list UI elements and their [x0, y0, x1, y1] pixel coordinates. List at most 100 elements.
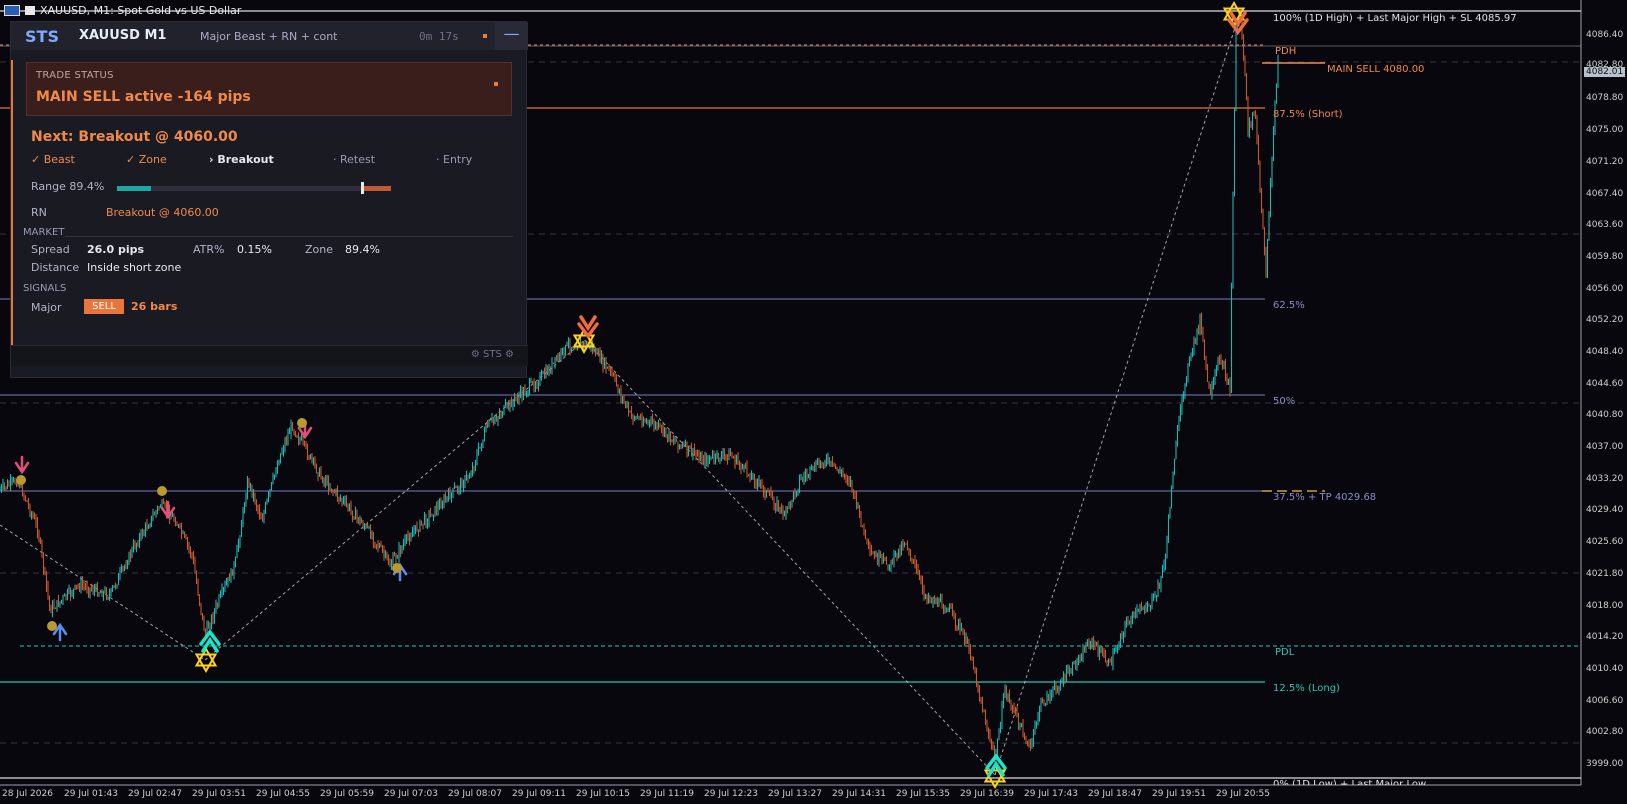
swing-point-dot [392, 563, 402, 573]
time-tick-label: 29 Jul 11:19 [640, 789, 694, 799]
time-tick-label: 29 Jul 20:55 [1216, 789, 1270, 799]
level-label-875: 87.5% (Short) [1273, 109, 1343, 120]
major-label: Major [31, 301, 62, 314]
time-tick-label: 29 Jul 13:27 [768, 789, 822, 799]
price-tick-label: 4059.80 [1586, 251, 1624, 262]
spread-label: Spread [31, 243, 70, 256]
panel-accent-bar [11, 60, 13, 362]
level-label-high: 100% (1D High) + Last Major High + SL 40… [1273, 13, 1517, 24]
price-tick-label: 4071.20 [1586, 156, 1624, 167]
panel-header[interactable]: STS XAUUSD M1 Major Beast + RN + cont 0m… [11, 22, 528, 50]
signals-section-label: SIGNALS [23, 283, 67, 294]
time-tick-label: 29 Jul 03:51 [192, 789, 246, 799]
zone-value: 89.4% [345, 243, 380, 256]
time-tick-label: 29 Jul 19:51 [1152, 789, 1206, 799]
level-label-625: 62.5% [1273, 300, 1305, 311]
symbol-icon [25, 6, 35, 15]
level-label-main-sell: MAIN SELL 4080.00 [1327, 64, 1425, 75]
footer-label: ⚙ STS ⚙ [470, 349, 514, 360]
step-entry: · Entry [436, 153, 473, 166]
price-tick-label: 4048.40 [1586, 346, 1624, 357]
time-tick-label: 29 Jul 01:43 [64, 789, 118, 799]
trade-status-dot [494, 82, 498, 86]
price-tick-label: 4086.40 [1586, 30, 1624, 41]
price-tick-label: 4044.60 [1586, 378, 1624, 389]
range-bar [117, 186, 391, 191]
trade-status-value: MAIN SELL active -164 pips [36, 89, 251, 105]
time-tick-label: 29 Jul 12:23 [704, 789, 758, 799]
price-tick-label: 4018.00 [1586, 600, 1624, 611]
step-beast: ✓ Beast [31, 153, 75, 166]
market-section-label: MARKET [23, 227, 65, 238]
price-tick-label: 4033.20 [1586, 473, 1624, 484]
time-tick-label: 29 Jul 15:35 [896, 789, 950, 799]
panel-strategy: Major Beast + RN + cont [200, 30, 338, 43]
distance-value: Inside short zone [87, 261, 182, 274]
header-status-dot [483, 34, 487, 38]
price-tick-label: 4067.40 [1586, 188, 1624, 199]
bar-timer: 0m 17s [419, 30, 459, 43]
panel-logo: STS [25, 27, 59, 46]
sts-panel[interactable]: STS XAUUSD M1 Major Beast + RN + cont 0m… [10, 21, 528, 378]
price-tick-label: 4037.00 [1586, 442, 1624, 453]
price-tick-label: 4014.20 [1586, 632, 1624, 643]
distance-label: Distance [31, 261, 80, 274]
time-tick-label: 29 Jul 08:07 [448, 789, 502, 799]
range-bar-short-zone [363, 186, 391, 191]
time-tick-label: 29 Jul 18:47 [1088, 789, 1142, 799]
atr-value: 0.15% [237, 243, 272, 256]
minimize-button[interactable]: — [495, 22, 528, 50]
price-tick-label: 4029.40 [1586, 505, 1624, 516]
rn-value: Breakout @ 4060.00 [106, 206, 219, 219]
level-label-125: 12.5% (Long) [1273, 683, 1340, 694]
time-tick-label: 29 Jul 05:59 [320, 789, 374, 799]
step-retest: · Retest [333, 153, 376, 166]
time-tick-label: 29 Jul 09:11 [512, 789, 566, 799]
price-tick-label: 4063.60 [1586, 220, 1624, 231]
trade-status-box: TRADE STATUS MAIN SELL active -164 pips [26, 62, 512, 116]
price-tick-label: 4075.00 [1586, 125, 1624, 136]
time-tick-label: 29 Jul 04:55 [256, 789, 310, 799]
range-bar-long-zone [117, 186, 151, 191]
range-label: Range 89.4% [31, 180, 105, 193]
spread-value: 26.0 pips [87, 243, 145, 256]
swing-point-dot [297, 418, 307, 428]
price-tick-label: 4006.60 [1586, 695, 1624, 706]
level-label-50: 50% [1273, 396, 1296, 407]
price-tick-label: 4078.80 [1586, 93, 1624, 104]
panel-symbol: XAUUSD M1 [79, 28, 167, 43]
next-step: Next: Breakout @ 4060.00 [31, 129, 238, 145]
time-tick-label: 29 Jul 14:31 [832, 789, 886, 799]
price-tick-label: 4021.80 [1586, 568, 1624, 579]
current-price-tag: 4082.01 [1584, 66, 1626, 77]
trade-status-label: TRADE STATUS [36, 70, 114, 81]
atr-label: ATR% [193, 243, 225, 256]
price-tick-label: 3999.00 [1586, 758, 1624, 769]
zone-label: Zone [305, 243, 334, 256]
price-tick-label: 4040.80 [1586, 410, 1624, 421]
major-sell-badge: SELL [84, 299, 124, 314]
time-tick-label: 29 Jul 02:47 [128, 789, 182, 799]
window-title-bar: XAUUSD, M1: Spot Gold vs US Dollar [4, 4, 241, 17]
time-tick-label: 28 Jul 2026 [2, 789, 53, 799]
swing-point-dot [157, 486, 167, 496]
swing-point-dot [47, 621, 57, 631]
time-tick-label: 29 Jul 17:43 [1024, 789, 1078, 799]
price-tick-label: 4002.80 [1586, 727, 1624, 738]
level-label-375: 37.5% + TP 4029.68 [1273, 492, 1377, 503]
time-tick-label: 29 Jul 07:03 [384, 789, 438, 799]
range-bar-marker [361, 182, 364, 194]
level-label-low: 0% (1D Low) + Last Major Low [1273, 779, 1427, 785]
time-tick-label: 29 Jul 16:39 [960, 789, 1014, 799]
price-tick-label: 4010.40 [1586, 663, 1624, 674]
panel-footer: ⚙ STS ⚙ [11, 345, 528, 366]
step-breakout: › Breakout [209, 153, 274, 166]
price-tick-label: 4056.00 [1586, 283, 1624, 294]
step-zone: ✓ Zone [126, 153, 167, 166]
rn-label: RN [31, 206, 47, 219]
price-tick-label: 4025.60 [1586, 537, 1624, 548]
time-tick-label: 29 Jul 10:15 [576, 789, 630, 799]
level-label-pdh: PDH [1275, 46, 1297, 57]
price-tick-label: 4052.20 [1586, 315, 1624, 326]
chart-window-icon [4, 5, 20, 16]
